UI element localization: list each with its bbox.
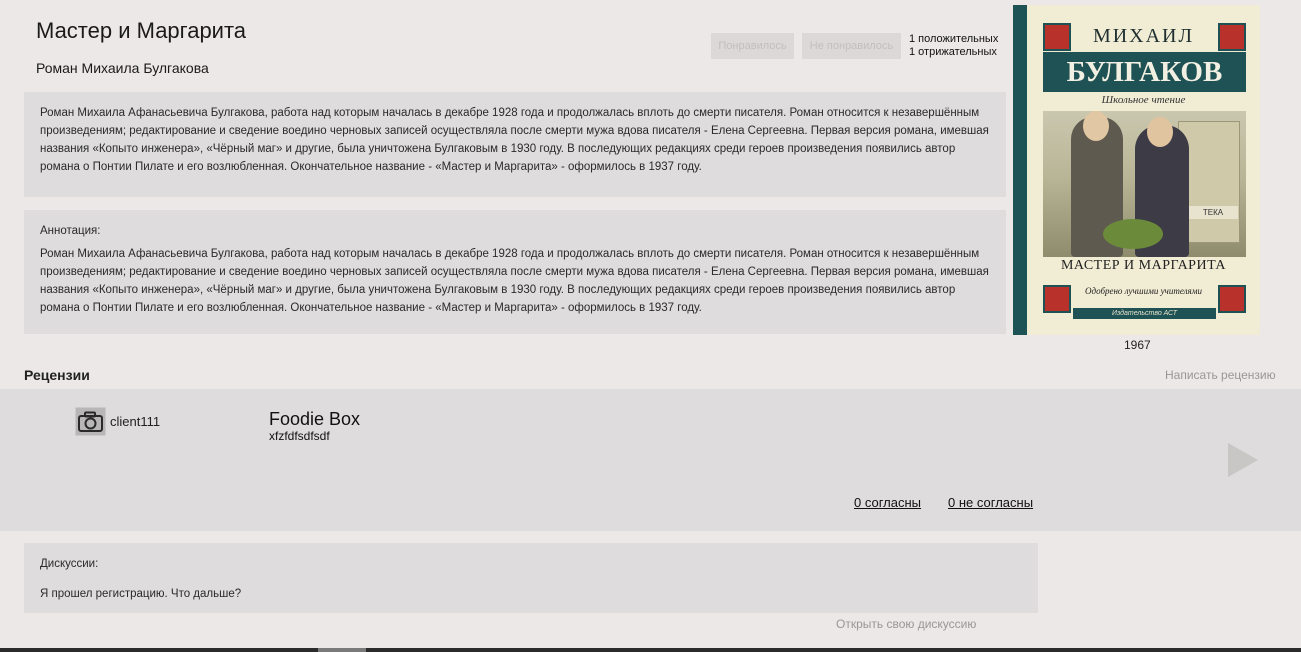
- description-panel: Роман Михаила Афанасьевича Булгакова, ра…: [24, 92, 1006, 197]
- write-review-link[interactable]: Написать рецензию: [1165, 368, 1276, 382]
- cover-approved: Одобрено лучшими учителями: [1085, 286, 1202, 296]
- positive-count: 1 положительных: [909, 33, 999, 45]
- book-title: Мастер и Маргарита: [36, 18, 247, 43]
- annotation-panel: Аннотация: Роман Михаила Афанасьевича Бу…: [24, 210, 1006, 334]
- vote-counts: 1 положительных 1 отрижательных: [909, 33, 998, 59]
- reviews-heading: Рецензии: [24, 367, 90, 383]
- annotation-label: Аннотация:: [40, 225, 101, 237]
- description-text: Роман Михаила Афанасьевича Булгакова, ра…: [40, 107, 989, 173]
- cover-illustration: ТЕКА: [1043, 111, 1246, 257]
- camera-icon: [75, 407, 106, 436]
- discussions-panel: Дискуссии: Я прошел регистрацию. Что дал…: [24, 543, 1038, 613]
- open-discussion-link[interactable]: Открыть свою дискуссию: [836, 617, 976, 631]
- book-cover-image: МИХАИЛ БУЛГАКОВ Школьное чтение ТЕКА МАС…: [1013, 5, 1260, 335]
- negative-count: 1 отрижательных: [909, 46, 997, 58]
- cover-sign: ТЕКА: [1188, 206, 1238, 219]
- cover-spine: [1013, 5, 1027, 335]
- scrollbar-thumb[interactable]: [318, 648, 366, 652]
- book-year: 1967: [1124, 338, 1151, 352]
- annotation-text: Роман Михаила Афанасьевича Булгакова, ра…: [40, 248, 989, 314]
- cover-figure-woman-head: [1147, 117, 1173, 147]
- book-subtitle: Роман Михаила Булгакова: [36, 60, 209, 76]
- review-username[interactable]: client111: [110, 414, 160, 429]
- cover-series: Школьное чтение: [1101, 94, 1186, 106]
- dislike-button[interactable]: Не понравилось: [802, 33, 901, 59]
- cover-author-first: МИХАИЛ: [1092, 25, 1195, 47]
- cover-flowers: [1103, 219, 1163, 249]
- review-title: Foodie Box: [269, 409, 361, 429]
- cover-publisher: Издательство АСТ: [1073, 308, 1216, 319]
- discussions-label: Дискуссии:: [40, 558, 99, 570]
- like-button[interactable]: Понравилось: [711, 33, 794, 59]
- cover-figure-man-head: [1083, 111, 1109, 141]
- agree-link[interactable]: 0 согласны: [854, 495, 921, 510]
- reviews-carousel: [0, 389, 1301, 531]
- disagree-link[interactable]: 0 не согласны: [948, 495, 1033, 510]
- cover-title: МАСТЕР И МАРГАРИТА: [1060, 258, 1227, 273]
- cover-author-last: БУЛГАКОВ: [1043, 52, 1246, 92]
- discussion-item[interactable]: Я прошел регистрацию. Что дальше?: [40, 585, 1022, 603]
- review-text: xfzfdfsdfsdf: [269, 429, 330, 443]
- book-page: Мастер и Маргарита Роман Михаила Булгако…: [0, 0, 1301, 652]
- play-arrow-icon[interactable]: [1228, 443, 1258, 477]
- scrollbar-track[interactable]: [0, 648, 1301, 652]
